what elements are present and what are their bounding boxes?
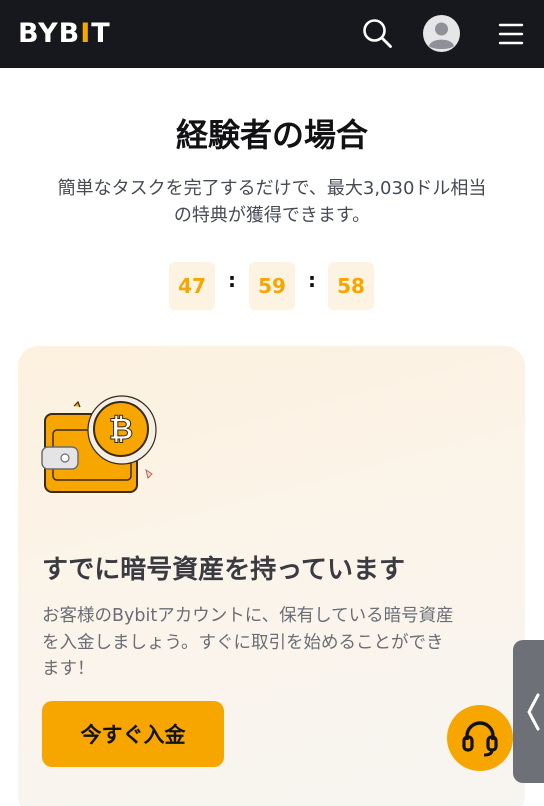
side-collapse-tab[interactable] xyxy=(513,640,544,783)
svg-text:₿: ₿ xyxy=(109,412,133,447)
card-description: お客様のBybitアカウントに、保有している暗号資産 を入金しましょう。すぐに取… xyxy=(42,603,504,683)
timer-minutes: 59 xyxy=(249,262,295,310)
card-description-line-3: ます！ xyxy=(42,659,95,679)
logo-text-prefix: BYB xyxy=(18,18,81,49)
timer-separator: : xyxy=(308,268,316,292)
timer-hours: 47 xyxy=(169,262,215,310)
avatar[interactable] xyxy=(423,15,460,52)
deposit-now-button[interactable]: 今すぐ入金 xyxy=(42,701,224,767)
chevron-left-icon xyxy=(527,693,540,730)
logo-text-suffix: T xyxy=(91,18,111,49)
page-title: 経験者の場合 xyxy=(175,116,368,154)
timer-separator: : xyxy=(228,268,236,292)
countdown-timer: 47 : 59 : 58 xyxy=(0,262,544,310)
card-description-line-1: お客様のBybitアカウントに、保有している暗号資産 xyxy=(42,606,454,626)
top-navigation-bar: BYBIT xyxy=(0,0,544,68)
customer-support-button[interactable] xyxy=(447,705,513,771)
subtitle-line-2: の特典が獲得できます。 xyxy=(173,205,371,226)
card-description-line-2: を入金しましょう。すぐに取引を始めることができ xyxy=(42,632,444,653)
subtitle-line-1: 簡単なタスクを完了するだけで、最大3,030ドル相当 xyxy=(57,178,487,199)
headset-icon xyxy=(462,721,498,757)
card-title: すでに暗号資産を持っています xyxy=(42,555,405,585)
search-icon[interactable] xyxy=(360,16,394,50)
wallet-with-bitcoin-icon: ₿ xyxy=(41,395,157,493)
timer-seconds: 58 xyxy=(328,262,374,310)
bybit-logo[interactable]: BYBIT xyxy=(18,18,111,50)
page-subtitle: 簡単なタスクを完了するだけで、最大3,030ドル相当 の特典が獲得できます。 xyxy=(30,175,514,229)
logo-text-accent: I xyxy=(80,18,92,49)
menu-icon[interactable] xyxy=(497,20,525,48)
